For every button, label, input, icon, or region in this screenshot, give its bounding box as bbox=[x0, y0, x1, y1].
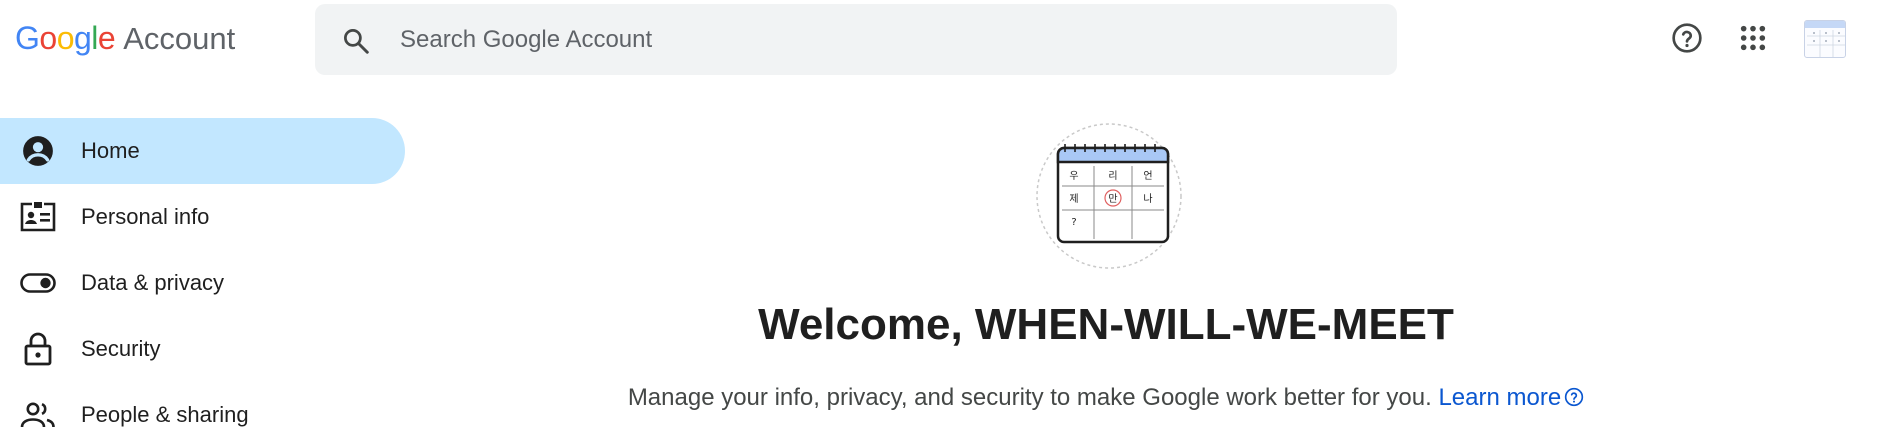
top-header: Google Account bbox=[0, 0, 1884, 80]
google-apps-button[interactable] bbox=[1733, 20, 1773, 60]
subtitle-text: Manage your info, privacy, and security … bbox=[627, 384, 1432, 411]
sidebar-item-label: Data & privacy bbox=[81, 270, 225, 295]
sidebar-item-label: Personal info bbox=[81, 204, 210, 229]
calendar-cell-2: 리 bbox=[1108, 170, 1117, 182]
sidebar-item-data-privacy[interactable]: Data & privacy bbox=[0, 250, 405, 316]
calendar-cell-6: 나 bbox=[1143, 193, 1152, 205]
sidebar-item-label: People & sharing bbox=[81, 402, 249, 427]
calendar-cell-1: 우 bbox=[1069, 170, 1078, 182]
toggle-icon bbox=[20, 267, 56, 299]
search-bar[interactable] bbox=[315, 4, 1397, 75]
calendar-cell-5: 만 bbox=[1108, 193, 1117, 205]
id-card-icon bbox=[20, 201, 56, 233]
welcome-subtitle: Manage your info, privacy, and security … bbox=[406, 384, 1806, 412]
calendar-cell-4: 제 bbox=[1069, 193, 1078, 205]
people-icon bbox=[20, 399, 56, 431]
lock-icon bbox=[20, 332, 56, 366]
sidebar-item-security[interactable]: Security bbox=[0, 316, 405, 382]
sidebar-item-label: Home bbox=[81, 138, 140, 163]
profile-calendar-illustration[interactable]: 우 리 언 제 만 나 ? bbox=[1035, 122, 1183, 270]
avatar-calendar-icon bbox=[1805, 21, 1845, 57]
account-wordmark: Account bbox=[123, 21, 236, 56]
account-avatar-button[interactable] bbox=[1804, 20, 1846, 58]
help-circle-icon bbox=[1671, 22, 1703, 59]
welcome-heading: Welcome, WHEN-WILL-WE-MEET bbox=[758, 300, 1454, 349]
google-wordmark: Google bbox=[15, 20, 116, 56]
apps-grid-icon bbox=[1739, 24, 1767, 57]
help-circle-icon bbox=[1564, 386, 1584, 407]
sidebar-nav: Home Personal info Data & privacy Securi… bbox=[0, 118, 406, 444]
help-button[interactable] bbox=[1667, 20, 1707, 60]
account-circle-icon bbox=[20, 135, 56, 167]
google-account-logo[interactable]: Google Account bbox=[15, 20, 235, 57]
sidebar-item-home[interactable]: Home bbox=[0, 118, 405, 184]
calendar-cell-3: 언 bbox=[1143, 170, 1152, 182]
sidebar-item-people-sharing[interactable]: People & sharing bbox=[0, 382, 405, 444]
calendar-cell-7: ? bbox=[1071, 217, 1076, 228]
main-content: 우 리 언 제 만 나 ? Welcome, WHEN-WILL-WE-MEET… bbox=[406, 80, 1806, 444]
search-icon[interactable] bbox=[341, 26, 371, 56]
search-input[interactable] bbox=[400, 4, 1360, 75]
sidebar-item-label: Security bbox=[81, 336, 161, 361]
learn-more-label: Learn more bbox=[1438, 384, 1562, 411]
learn-more-link[interactable]: Learn more bbox=[1438, 384, 1584, 411]
sidebar-item-personal-info[interactable]: Personal info bbox=[0, 184, 405, 250]
